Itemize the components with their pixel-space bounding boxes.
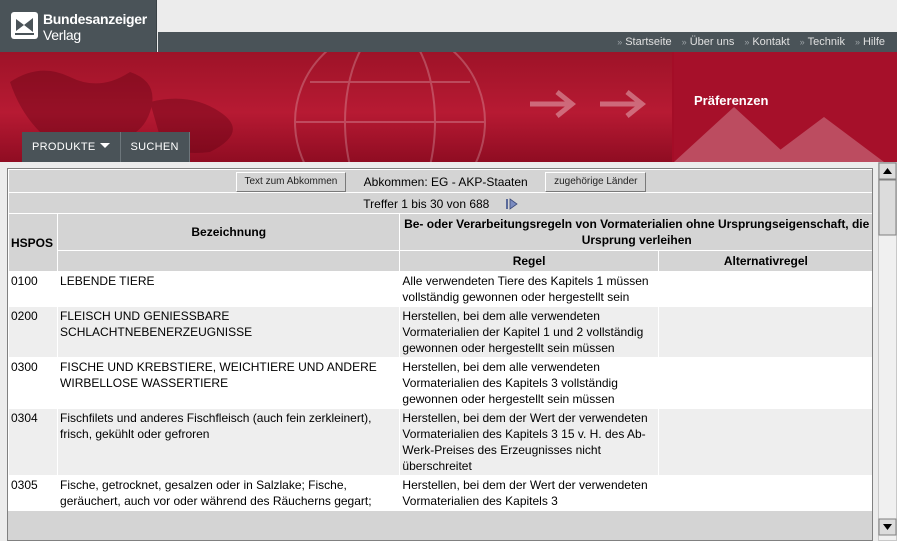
main-tabs: PRODUKTE SUCHEN — [22, 132, 190, 162]
chevron-right-icon: » — [617, 37, 623, 47]
col-regel: Regel — [400, 251, 658, 271]
col-alternativregel: Alternativregel — [658, 251, 872, 271]
header-bar: Bundesanzeiger Verlag » Startseite » Über … — [0, 0, 897, 52]
brand-name-line1: Bundesanzeiger — [43, 11, 147, 27]
cell-regel: Herstellen, bei dem alle verwendeten Vor… — [400, 358, 658, 408]
chevron-right-icon: » — [799, 37, 805, 47]
chevron-right-icon: » — [744, 37, 750, 47]
cell-regel: Herstellen, bei dem der Wert der verwend… — [400, 409, 658, 475]
link-kontakt[interactable]: » Kontakt — [744, 36, 789, 48]
table-row[interactable]: 0100 LEBENDE TIERE Alle verwendeten Tier… — [9, 272, 872, 306]
arrows-decoration-icon — [530, 90, 647, 118]
cell-bezeichnung: LEBENDE TIERE — [58, 272, 400, 306]
pagination-row: Treffer 1 bis 30 von 688 — [9, 193, 872, 213]
page-title: Präferenzen — [694, 93, 769, 108]
column-subheader-row: Regel Alternativregel — [9, 251, 872, 271]
cell-regel: Herstellen, bei dem der Wert der verwend… — [400, 476, 658, 510]
chevron-right-icon: » — [681, 37, 687, 47]
hit-count: Treffer 1 bis 30 von 688 — [363, 196, 490, 211]
col-hspos: HSPOS — [9, 214, 58, 271]
col-bezeichnung: Bezeichnung — [58, 214, 400, 250]
cell-alternativregel — [658, 358, 872, 408]
tab-suchen[interactable]: SUCHEN — [120, 132, 190, 162]
results-table: Text zum Abkommen Abkommen: EG - AKP-Sta… — [8, 169, 872, 511]
cell-regel: Herstellen, bei dem alle verwendeten Vor… — [400, 307, 658, 357]
controls-cell: Text zum Abkommen Abkommen: EG - AKP-Sta… — [9, 170, 872, 192]
cell-hspos: 0300 — [9, 358, 58, 408]
cell-alternativregel — [658, 272, 872, 306]
text-agreement-button[interactable]: Text zum Abkommen — [235, 172, 347, 192]
tab-produkte[interactable]: PRODUKTE — [22, 132, 121, 162]
bundesanzeiger-logo-icon — [11, 12, 38, 39]
countries-button[interactable]: zugehörige Länder — [545, 172, 647, 192]
tab-label: SUCHEN — [130, 141, 179, 153]
cell-regel: Alle verwendeten Tiere des Kapitels 1 mü… — [400, 272, 658, 306]
link-label: Hilfe — [862, 36, 885, 48]
link-ueber-uns[interactable]: » Über uns — [682, 36, 735, 48]
cell-bezeichnung: FISCHE UND KREBSTIERE, WEICHTIERE UND AN… — [58, 358, 400, 408]
table-row[interactable]: 0304 Fischfilets und anderes Fischfleisc… — [9, 409, 872, 475]
brand-logo[interactable]: Bundesanzeiger Verlag — [0, 0, 157, 52]
pagination-cell: Treffer 1 bis 30 von 688 — [9, 193, 872, 213]
pattern-decoration-icon — [674, 107, 884, 162]
link-hilfe[interactable]: » Hilfe — [855, 36, 885, 48]
cell-alternativregel — [658, 307, 872, 357]
cell-hspos: 0305 — [9, 476, 58, 510]
link-label: Technik — [807, 36, 845, 48]
agreement-label: Abkommen: EG - AKP-Staaten — [363, 175, 528, 189]
chevron-right-icon: » — [854, 37, 860, 47]
link-technik[interactable]: » Technik — [800, 36, 845, 48]
cell-hspos: 0100 — [9, 272, 58, 306]
cell-bezeichnung: Fischfilets und anderes Fischfleisch (au… — [58, 409, 400, 475]
link-label: Startseite — [625, 36, 672, 48]
cell-hspos: 0304 — [9, 409, 58, 475]
column-header-row: HSPOS Bezeichnung Be- oder Verarbeitungs… — [9, 214, 872, 271]
link-label: Über uns — [689, 36, 735, 48]
content-area[interactable]: Text zum Abkommen Abkommen: EG - AKP-Sta… — [0, 162, 878, 541]
vertical-scrollbar[interactable] — [878, 162, 897, 541]
cell-alternativregel — [658, 409, 872, 475]
globe-decoration-icon — [294, 52, 486, 162]
table-row[interactable]: 0200 FLEISCH UND GENIESSBARE SCHLACHTNEB… — [9, 307, 872, 357]
caret-down-icon — [99, 143, 110, 148]
cell-bezeichnung: FLEISCH UND GENIESSBARE SCHLACHTNEBENERZ… — [58, 307, 400, 357]
table-row[interactable]: 0305 Fische, getrocknet, gesalzen oder i… — [9, 476, 872, 510]
results-frame: Text zum Abkommen Abkommen: EG - AKP-Sta… — [7, 168, 873, 541]
link-startseite[interactable]: » Startseite — [617, 36, 671, 48]
controls-row: Text zum Abkommen Abkommen: EG - AKP-Sta… — [9, 170, 872, 192]
col-blank — [58, 251, 400, 271]
cell-hspos: 0200 — [9, 307, 58, 357]
cell-bezeichnung: Fische, getrocknet, gesalzen oder in Sal… — [58, 476, 400, 510]
brand-name-line2: Verlag — [43, 27, 81, 43]
top-links: » Startseite » Über uns » Kontakt » Technik … — [617, 36, 885, 48]
header-blank-area — [158, 0, 897, 32]
cell-alternativregel — [658, 476, 872, 510]
tab-label: PRODUKTE — [32, 141, 96, 153]
table-row[interactable]: 0300 FISCHE UND KREBSTIERE, WEICHTIERE U… — [9, 358, 872, 408]
col-rules-group: Be- oder Verarbeitungsregeln von Vormate… — [400, 214, 872, 250]
link-label: Kontakt — [752, 36, 790, 48]
next-page-icon[interactable] — [505, 198, 519, 210]
